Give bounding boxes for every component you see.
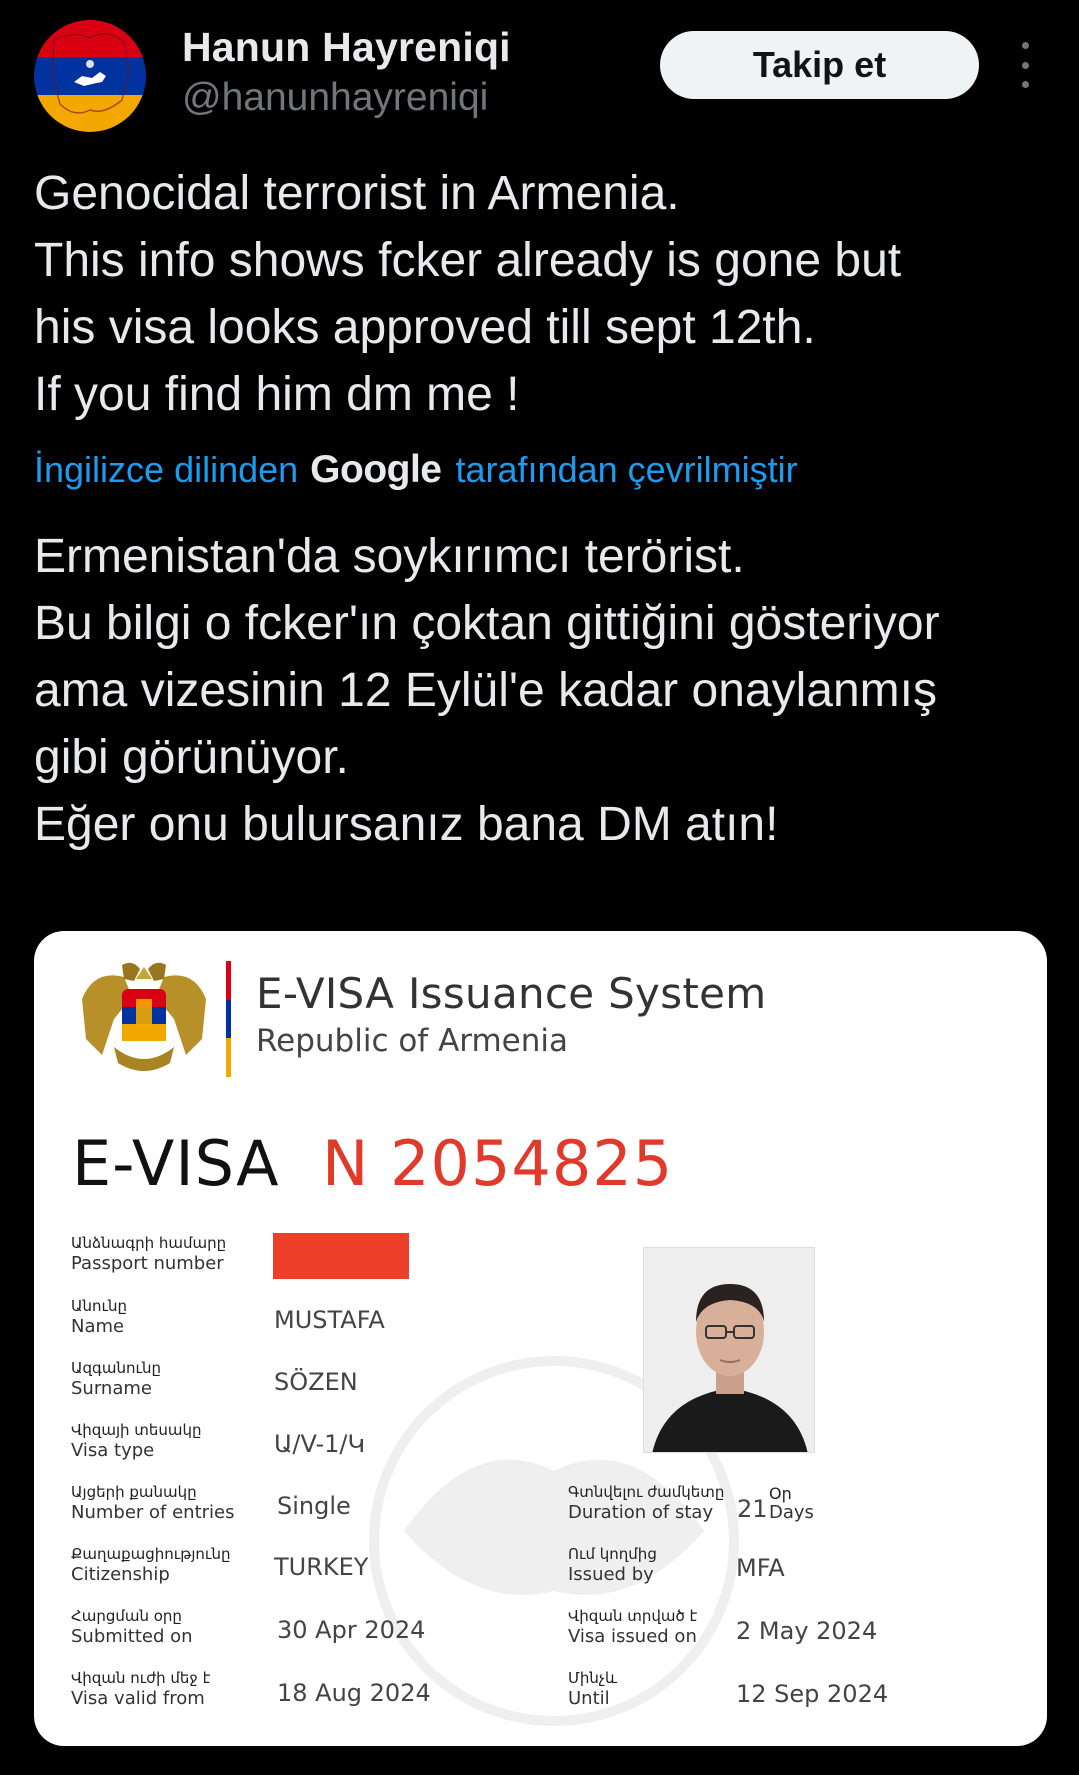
field-arm-label: Ում կողմից <box>568 1545 657 1563</box>
field-arm-label: Վիզան ուժի մեջ է <box>71 1669 211 1687</box>
field-label: Issued by <box>568 1564 654 1585</box>
follow-button[interactable]: Takip et <box>660 31 979 99</box>
passport-number-redaction <box>273 1233 409 1279</box>
tweet-text: Genocidal terrorist in Armenia. This inf… <box>34 160 1054 428</box>
field-arm-label: Այցերի քանակը <box>71 1483 197 1501</box>
armenian-coat-of-arms-icon <box>82 962 206 1071</box>
field-arm-label: Գտնվելու ժամկետը <box>568 1483 725 1501</box>
field-label: Submitted on <box>71 1626 193 1647</box>
field-arm-label: Վիզան տրված է <box>568 1607 698 1625</box>
field-arm-label: Վիզայի տեսակը <box>71 1421 202 1439</box>
flag-stripe <box>226 961 231 1077</box>
field-label: Surname <box>71 1378 152 1399</box>
translation-prefix[interactable]: İngilizce dilinden <box>34 449 298 491</box>
field-arm-label: Ազգանունը <box>71 1359 162 1377</box>
translation-attribution[interactable]: İngilizce dilinden Google tarafından çev… <box>34 448 798 492</box>
field-label: Passport number <box>71 1253 224 1274</box>
field-label: Visa type <box>71 1440 155 1461</box>
field-label: Visa issued on <box>568 1626 697 1647</box>
field-label: Duration of stay <box>568 1502 714 1523</box>
translated-line: Bu bilgi o fcker'ın çoktan gittiğini gös… <box>34 597 940 650</box>
field-label: Number of entries <box>71 1502 235 1523</box>
system-subtitle: Republic of Armenia <box>256 1023 569 1059</box>
applicant-photo <box>643 1247 815 1453</box>
field-value-surname: SÖZEN <box>274 1368 358 1396</box>
field-arm-label: Մինչև <box>568 1669 618 1687</box>
visa-number: N 2054825 <box>322 1127 674 1200</box>
translation-suffix[interactable]: tarafından çevrilmiştir <box>456 449 798 491</box>
tweet-media-image[interactable]: E-VISA Issuance System Republic of Armen… <box>34 931 1047 1746</box>
translated-line: Ermenistan'da soykırımcı terörist. <box>34 530 745 583</box>
person-photo-icon <box>644 1248 814 1452</box>
translated-line: Eğer onu bulursanız bana DM atın! <box>34 798 779 851</box>
tweet-line: This info shows fcker already is gone bu… <box>34 234 902 287</box>
field-label: Until <box>568 1688 610 1709</box>
tweet-header: Hanun Hayreniqi @hanunhayreniqi Takip et <box>0 0 1079 150</box>
field-value-until: 12 Sep 2024 <box>736 1680 889 1708</box>
field-label: Name <box>71 1316 125 1337</box>
translated-text: Ermenistan'da soykırımcı terörist. Bu bi… <box>34 523 1064 858</box>
duration-unit: Days <box>769 1502 814 1523</box>
field-value-visa-type: Ա/V-1/Կ <box>274 1430 366 1458</box>
translated-line: gibi görünüyor. <box>34 731 349 784</box>
more-options-icon[interactable] <box>1012 42 1038 88</box>
user-handle[interactable]: @hanunhayreniqi <box>182 76 488 120</box>
translated-line: ama vizesinin 12 Eylül'e kadar onaylanmı… <box>34 664 937 717</box>
field-arm-label: Անձնագրի համարը <box>71 1234 227 1252</box>
field-value-duration: 21 <box>737 1495 768 1523</box>
field-value-submitted: 30 Apr 2024 <box>277 1616 426 1644</box>
field-value-valid-from: 18 Aug 2024 <box>277 1679 431 1707</box>
field-label: Visa valid from <box>71 1688 205 1709</box>
field-arm-label: Քաղաքացիությունը <box>71 1545 231 1563</box>
field-arm-label: Հարցման օրը <box>71 1607 182 1625</box>
evisa-label: E-VISA <box>72 1127 280 1200</box>
system-title: E-VISA Issuance System <box>256 969 767 1018</box>
avatar[interactable] <box>34 20 146 132</box>
tweet-line: If you find him dm me ! <box>34 368 520 421</box>
field-value-issued-on: 2 May 2024 <box>736 1617 878 1645</box>
tweet-line: his visa looks approved till sept 12th. <box>34 301 816 354</box>
tweet-line: Genocidal terrorist in Armenia. <box>34 167 680 220</box>
armenian-flag-avatar-icon <box>34 20 146 132</box>
field-value-entries: Single <box>277 1492 351 1520</box>
field-label: Citizenship <box>71 1564 170 1585</box>
duration-unit-arm: Օր <box>769 1484 792 1503</box>
google-logo: Google <box>310 448 442 491</box>
field-value-citizenship: TURKEY <box>274 1553 369 1581</box>
display-name[interactable]: Hanun Hayreniqi <box>182 24 511 71</box>
field-arm-label: Անունը <box>71 1297 128 1315</box>
field-value-issued-by: MFA <box>736 1554 785 1582</box>
field-value-name: MUSTAFA <box>274 1306 385 1334</box>
